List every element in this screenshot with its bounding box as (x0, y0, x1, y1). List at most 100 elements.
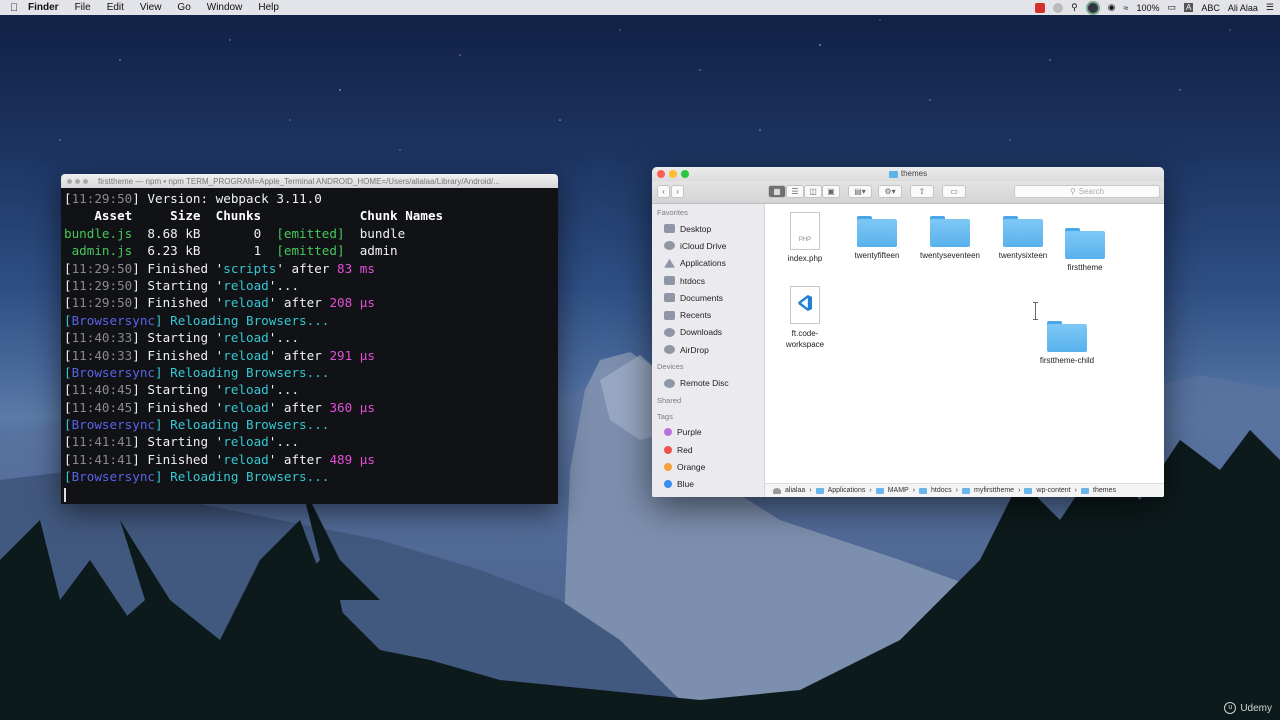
sidebar-item-icloud-drive[interactable]: iCloud Drive (652, 237, 764, 254)
sidebar-item-desktop[interactable]: Desktop (652, 220, 764, 237)
notification-list-icon[interactable]: ☰ (1266, 2, 1274, 13)
terminal-prompt[interactable] (64, 486, 558, 503)
path-segment[interactable]: alialaa (785, 487, 805, 494)
terminal-text: 11:40:45 (71, 399, 133, 415)
sidebar-item-htdocs[interactable]: htdocs (652, 272, 764, 289)
column-view-button[interactable]: ◫ (804, 185, 822, 198)
terminal-text: ] Finished ' (132, 347, 224, 363)
terminal-text: admin (344, 243, 398, 259)
menu-help[interactable]: Help (258, 2, 279, 13)
sidebar-section-devices: Devices (657, 362, 684, 372)
forward-button[interactable]: › (671, 185, 684, 198)
terminal-text: 11:41:41 (71, 451, 133, 467)
documents-icon (664, 293, 675, 303)
minimize-icon[interactable] (669, 170, 677, 178)
search-field[interactable]: ⚲ Search (1014, 185, 1160, 198)
user-name[interactable]: Ali Alaa (1228, 3, 1258, 13)
share-button[interactable]: ⇧ (910, 185, 934, 198)
sidebar-item-documents[interactable]: Documents (652, 289, 764, 306)
folder-icon (664, 276, 675, 286)
file-index-php[interactable]: PHP index.php (765, 212, 845, 263)
wifi-icon[interactable]: ≈ (1124, 3, 1129, 13)
terminal-text: reload (223, 399, 269, 415)
folder-twentyfifteen[interactable]: twentyfifteen (837, 216, 917, 260)
menu-window[interactable]: Window (207, 2, 243, 13)
terminal-line: [11:41:41] Finished 'reload' after 489 μ… (64, 451, 558, 468)
file-code-workspace[interactable]: ft.code- workspace (765, 286, 845, 350)
terminal-text: ' after (276, 260, 338, 276)
terminal-text: ] Reloading Browsers... (155, 312, 330, 328)
folder-icon (888, 170, 898, 178)
sidebar-section-tags: Tags (657, 411, 673, 421)
tags-button[interactable]: ▭ (942, 185, 966, 198)
icon-view-button[interactable]: ▦ (768, 185, 786, 198)
sidebar-item-downloads[interactable]: Downloads (652, 324, 764, 341)
terminal-text: Browsersync (71, 417, 155, 433)
folder-firsttheme[interactable]: firsttheme (1045, 228, 1125, 272)
folder-label: firsttheme (1067, 263, 1103, 272)
path-segment[interactable]: themes (1093, 487, 1116, 494)
sidebar-item-recents[interactable]: Recents (652, 306, 764, 323)
folder-twentyseventeen[interactable]: twentyseventeen (910, 216, 990, 260)
keyboard-icon[interactable]: A (1184, 3, 1194, 12)
sidebar-tag-orange[interactable]: Orange (652, 458, 764, 475)
terminal-text: bundle (344, 225, 406, 241)
action-gear-button[interactable]: ⚙▾ (878, 185, 902, 198)
menu-go[interactable]: Go (177, 2, 190, 13)
sidebar-tag-purple[interactable]: Purple (652, 424, 764, 441)
path-segment[interactable]: wp-content (1036, 487, 1070, 494)
sidebar-tag-red[interactable]: Red (652, 441, 764, 458)
folder-label: twentyfifteen (854, 251, 900, 260)
finder-content[interactable]: PHP index.php twentyfifteen twentysevent… (765, 204, 1164, 483)
search-spotlight-icon[interactable]: ⚲ (1071, 2, 1078, 13)
menu-bar:  Finder File Edit View Go Window Help ⚲… (0, 0, 1280, 15)
folder-icon (1065, 228, 1105, 259)
folder-firsttheme-child[interactable]: firsttheme-child (1017, 321, 1117, 365)
close-icon[interactable] (657, 170, 665, 178)
terminal-output[interactable]: [11:29:50] Version: webpack 3.11.0 Asset… (61, 188, 558, 503)
terminal-window[interactable]: firsttheme — npm • npm TERM_PROGRAM=Appl… (61, 174, 558, 504)
apple-menu-icon[interactable]:  (0, 2, 28, 14)
gallery-view-button[interactable]: ▣ (822, 185, 840, 198)
tag-dot-icon (664, 462, 672, 471)
terminal-line: [11:40:33] Starting 'reload'... (64, 329, 558, 346)
back-button[interactable]: ‹ (657, 185, 670, 198)
input-source-text[interactable]: ABC (1201, 3, 1220, 13)
siri-icon[interactable] (1085, 0, 1100, 15)
terminal-line: [Browsersync] Reloading Browsers... (64, 312, 558, 329)
list-view-button[interactable]: ☰ (786, 185, 804, 198)
sidebar-item-remote-disc[interactable]: Remote Disc (652, 374, 764, 391)
terminal-titlebar[interactable]: firsttheme — npm • npm TERM_PROGRAM=Appl… (61, 174, 558, 188)
text-cursor-icon (1033, 302, 1038, 320)
sidebar-item-airdrop[interactable]: AirDrop (652, 341, 764, 358)
finder-sidebar: Favorites Desktop iCloud Drive Applicati… (652, 204, 765, 497)
path-segment[interactable]: MAMP (888, 487, 909, 494)
path-segment[interactable]: myfirsttheme (974, 487, 1014, 494)
arrange-button[interactable]: ▤▾ (848, 185, 872, 198)
sidebar-item-label: htdocs (680, 275, 706, 286)
menu-view[interactable]: View (140, 2, 162, 13)
finder-titlebar[interactable]: themes (652, 167, 1164, 181)
sidebar-tag-blue[interactable]: Blue (652, 476, 764, 493)
lock-icon[interactable]: ◉ (1108, 2, 1116, 13)
zoom-icon[interactable] (681, 170, 689, 178)
finder-window[interactable]: themes ‹ › ▦ ☰ ◫ ▣ ▤▾ ⚙▾ ⇧ ▭ ⚲ Search Fa… (652, 167, 1164, 497)
menu-edit[interactable]: Edit (107, 2, 124, 13)
terminal-text: 291 μs (329, 347, 375, 363)
record-icon[interactable] (1035, 2, 1046, 13)
sidebar-item-applications[interactable]: Applications (652, 255, 764, 272)
search-icon: ⚲ (1069, 187, 1076, 196)
window-controls[interactable] (67, 178, 88, 184)
menu-app-name[interactable]: Finder (28, 2, 59, 13)
terminal-cursor (64, 488, 66, 503)
path-segment[interactable]: Applications (828, 487, 866, 494)
sidebar-item-label: Recents (680, 310, 712, 321)
path-segment[interactable]: htdocs (931, 487, 952, 494)
terminal-text: reload (223, 330, 269, 346)
menu-file[interactable]: File (75, 2, 91, 13)
battery-text[interactable]: 100% (1136, 3, 1159, 13)
battery-icon[interactable]: ▭ (1168, 2, 1177, 13)
status-circle-icon[interactable] (1053, 2, 1064, 13)
terminal-text: ] Version: webpack 3.11.0 (132, 191, 322, 206)
terminal-text: [ (64, 382, 72, 398)
